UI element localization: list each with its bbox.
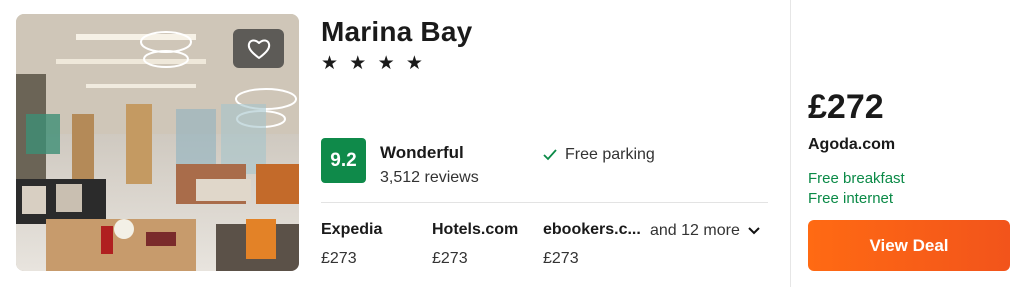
provider-ebookers[interactable]: ebookers.c... £273 xyxy=(543,221,641,268)
provider-price: £273 xyxy=(432,250,468,267)
amenity-free-parking: Free parking xyxy=(543,146,655,164)
amenity-label: Free parking xyxy=(565,146,655,163)
chevron-down-icon xyxy=(748,227,760,235)
heart-outline-icon xyxy=(247,39,270,59)
hotel-result-card: Marina Bay ★ ★ ★ ★ 9.2 Wonderful 3,512 r… xyxy=(0,0,1024,287)
provider-name: Expedia xyxy=(321,221,383,238)
provider-name: ebookers.c... xyxy=(543,221,641,238)
best-price-site: Agoda.com xyxy=(808,136,896,153)
divider xyxy=(321,202,768,203)
provider-name: Hotels.com xyxy=(432,221,519,238)
checkmark-icon xyxy=(543,149,557,161)
favorite-button[interactable] xyxy=(233,29,284,68)
review-count[interactable]: 3,512 reviews xyxy=(380,169,479,187)
best-price: £272 xyxy=(808,88,884,126)
provider-price: £273 xyxy=(321,250,357,267)
more-providers-toggle[interactable]: and 12 more xyxy=(650,222,760,240)
provider-hotels-com[interactable]: Hotels.com £273 xyxy=(432,221,518,268)
perk-free-internet: Free internet xyxy=(808,190,894,207)
rating-score-badge: 9.2 xyxy=(321,138,366,183)
provider-expedia[interactable]: Expedia £273 xyxy=(321,221,382,268)
view-deal-button[interactable]: View Deal xyxy=(808,220,1010,271)
provider-price: £273 xyxy=(543,250,579,267)
star-rating: ★ ★ ★ ★ xyxy=(321,53,426,74)
hotel-name[interactable]: Marina Bay xyxy=(321,16,472,48)
more-providers-label: and 12 more xyxy=(650,222,740,239)
column-divider xyxy=(790,0,791,287)
perk-free-breakfast: Free breakfast xyxy=(808,170,905,187)
rating-label: Wonderful xyxy=(380,143,464,162)
